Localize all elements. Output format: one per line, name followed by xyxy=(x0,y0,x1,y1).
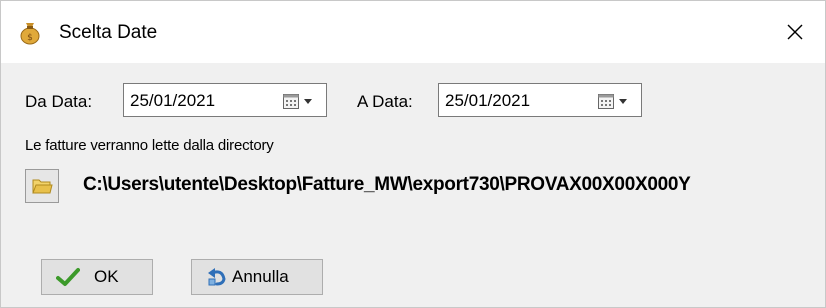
from-date-picker[interactable]: 25/01/2021 xyxy=(123,83,327,117)
calendar-icon xyxy=(282,92,300,110)
money-bag-icon: $ xyxy=(19,21,41,45)
ok-button[interactable]: OK xyxy=(41,259,153,295)
to-date-label: A Data: xyxy=(357,92,413,111)
to-date-calendar-button[interactable] xyxy=(597,92,633,110)
checkmark-icon xyxy=(56,267,80,287)
title-bar: $ Scelta Date xyxy=(1,1,825,63)
dialog-client-area: Da Data: 25/01/2021 A Data: 25/01/2021 L… xyxy=(1,63,825,307)
cancel-button-label: Annulla xyxy=(232,267,289,286)
folder-icon xyxy=(31,176,53,196)
svg-text:$: $ xyxy=(27,33,33,43)
directory-info-text: Le fatture verranno lette dalla director… xyxy=(25,137,274,154)
from-date-label: Da Data: xyxy=(25,92,93,111)
browse-folder-button[interactable] xyxy=(25,169,59,203)
directory-path: C:\Users\utente\Desktop\Fatture_MW\expor… xyxy=(83,174,691,195)
close-icon xyxy=(786,23,804,41)
ok-button-label: OK xyxy=(94,267,119,286)
to-date-picker[interactable]: 25/01/2021 xyxy=(438,83,642,117)
dialog-window: $ Scelta Date Da Data: 25/01/2021 A Data… xyxy=(0,0,826,308)
cancel-button[interactable]: Annulla xyxy=(191,259,323,295)
window-title: Scelta Date xyxy=(59,22,158,43)
from-date-calendar-button[interactable] xyxy=(282,92,318,110)
to-date-value: 25/01/2021 xyxy=(445,91,531,110)
close-button[interactable] xyxy=(765,1,825,63)
from-date-value: 25/01/2021 xyxy=(130,91,216,110)
dropdown-arrow-icon xyxy=(618,97,628,105)
undo-icon xyxy=(206,267,228,287)
calendar-icon xyxy=(597,92,615,110)
dropdown-arrow-icon xyxy=(303,97,313,105)
